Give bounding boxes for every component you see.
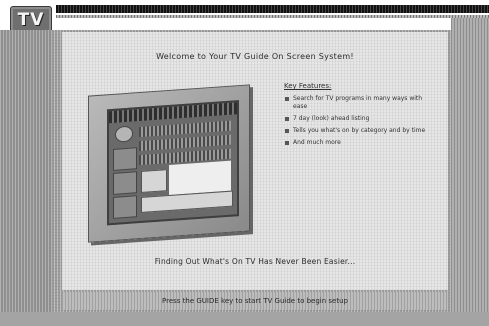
tv-set-icon: [88, 84, 250, 243]
screen-logo-circle: [115, 125, 133, 143]
bullet-icon: [285, 129, 289, 133]
header-stripe: [56, 5, 489, 13]
feature-item: Tells you what's on by category and by t…: [284, 127, 434, 135]
bullet-icon: [285, 141, 289, 145]
key-features: Key Features: Search for TV programs in …: [284, 82, 434, 151]
prompt-text: Press the GUIDE key to start TV Guide to…: [162, 297, 348, 305]
features-list: Search for TV programs in many ways with…: [284, 95, 434, 147]
welcome-title: Welcome to Your TV Guide On Screen Syste…: [156, 52, 354, 61]
left-border: [0, 30, 52, 326]
right-border: [451, 18, 489, 326]
tv-screen: [107, 100, 239, 226]
tv-guide-screen: TV Welcome to Your TV Guide On Screen Sy…: [0, 0, 489, 326]
features-title: Key Features:: [284, 82, 332, 90]
bullet-icon: [285, 97, 289, 101]
tv-illustration: [88, 84, 258, 243]
bullet-icon: [285, 117, 289, 121]
tagline: Finding Out What's On TV Has Never Been …: [154, 257, 356, 266]
feature-item: 7 day (look) ahead listing: [284, 115, 434, 123]
feature-item: And much more: [284, 139, 434, 147]
prompt-bar: Press the GUIDE key to start TV Guide to…: [62, 292, 448, 310]
screen-side-cell: [113, 147, 137, 171]
screen-side-cell: [113, 171, 137, 195]
screen-highlight: [169, 160, 231, 195]
screen-grid-cell: [141, 190, 233, 213]
header-bar: [0, 0, 489, 30]
feature-item: Search for TV programs in many ways with…: [284, 95, 434, 111]
bottom-border: [0, 312, 489, 326]
header-stripe-thin: [56, 15, 489, 18]
welcome-panel: Welcome to Your TV Guide On Screen Syste…: [62, 32, 448, 290]
logo-text: TV: [17, 10, 45, 30]
screen-header-strip: [109, 102, 237, 124]
screen-side-cell: [113, 195, 137, 219]
screen-grid-cell: [141, 169, 167, 193]
